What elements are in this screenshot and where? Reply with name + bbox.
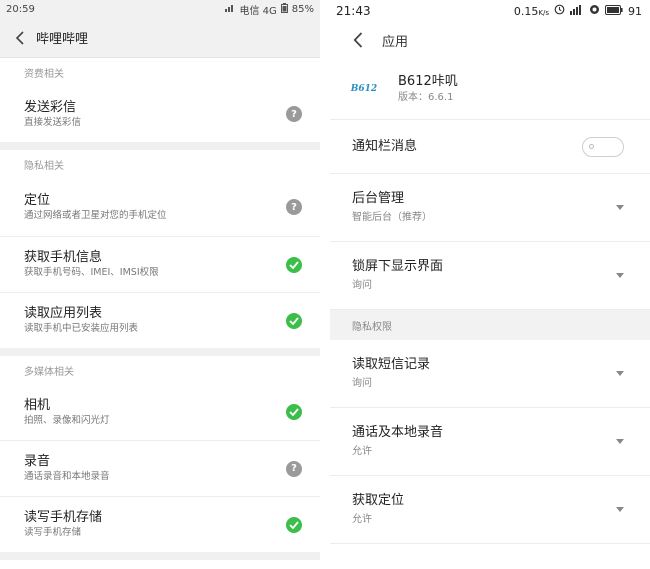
sync-icon — [589, 4, 600, 18]
caret-down-icon[interactable] — [616, 439, 624, 444]
setting-value: 智能后台（推荐） — [352, 212, 432, 223]
status-carrier: 电信 4G — [239, 5, 277, 17]
caret-down-icon[interactable] — [616, 273, 624, 278]
notification-toggle[interactable] — [582, 136, 624, 157]
section-header: 隐私相关 — [0, 150, 320, 178]
left-screen-bilibili-permissions: 20:59 电信 4G 85% 哔哩哔哩 资费相关 发送彩信 直接发送彩信? 隐私相关… — [0, 0, 320, 569]
page-title: 哔哩哔哩 — [36, 32, 89, 47]
setting-row[interactable]: 读取短信记录 询问 — [330, 340, 650, 408]
status-bar: 21:43 0.15K/s 91 — [330, 0, 650, 22]
permission-row[interactable]: 发送彩信 直接发送彩信? — [0, 86, 320, 142]
permission-label: 相机 — [24, 397, 51, 413]
section-header: 多媒体相关 — [0, 356, 320, 384]
app-name: B612咔叽 — [398, 73, 458, 89]
right-screen-app-settings: 21:43 0.15K/s 91 应用 B612 B612咔叽 版本：6.6.1… — [330, 0, 650, 569]
permission-label: 读取应用列表 — [24, 306, 103, 321]
setting-row[interactable]: 后台管理智能后台（推荐） — [330, 174, 650, 242]
status-time: 21:43 — [336, 4, 371, 18]
setting-row[interactable]: 获取定位 允许 — [330, 476, 650, 544]
permission-description: 读写手机存储 — [24, 527, 82, 538]
toggle-knob — [589, 143, 594, 149]
question-circle-icon[interactable]: ? — [286, 460, 302, 477]
permission-label: 获取手机信息 — [24, 250, 103, 265]
signal-icon — [225, 4, 235, 15]
app-icon: B612 — [350, 75, 378, 103]
setting-label: 后台管理 — [352, 191, 405, 206]
permission-label: 读写手机存储 — [24, 510, 103, 525]
permission-description: 获取手机号码、IMEI、IMSI权限 — [24, 267, 159, 278]
caret-down-icon[interactable] — [616, 507, 624, 512]
caret-down-icon[interactable] — [616, 205, 624, 210]
permission-row[interactable]: 读写手机存储 读写手机存储 — [0, 496, 320, 552]
permission-row[interactable]: 相机 拍照、录像和闪光灯 — [0, 384, 320, 440]
permission-label: 定位 — [24, 192, 51, 208]
status-speed: 0.15 — [513, 4, 539, 18]
alarm-icon — [554, 4, 565, 18]
setting-label: 读取短信记录 — [352, 357, 431, 372]
battery-icon — [605, 4, 623, 18]
permission-row[interactable]: 读取应用列表读取手机中已安装应用列表 — [0, 292, 320, 348]
app-icon-label: B612 — [350, 83, 378, 94]
check-circle-icon[interactable] — [286, 312, 302, 329]
app-header: B612 B612咔叽 版本：6.6.1 — [330, 58, 650, 120]
status-time: 20:59 — [6, 3, 35, 15]
permission-description: 拍照、录像和闪光灯 — [24, 414, 110, 426]
battery-icon — [280, 2, 288, 16]
question-circle-icon[interactable]: ? — [286, 106, 302, 122]
setting-row[interactable]: 锁屏下显示界面 询问 — [330, 242, 650, 310]
setting-label: 获取定位 — [352, 493, 405, 508]
setting-label: 通话及本地录音 — [352, 425, 444, 440]
setting-row[interactable]: 通知栏消息 — [330, 120, 650, 174]
setting-value: 询问 — [352, 378, 372, 389]
permission-description: 通话录音和本地录音 — [24, 471, 110, 482]
check-circle-icon[interactable] — [286, 404, 302, 420]
app-settings-list: 通知栏消息 后台管理 智能后台（推荐） 锁屏下显示界面 询问 — [330, 120, 650, 310]
permission-description: 直接发送彩信 — [24, 116, 82, 128]
permission-row[interactable]: 定位 通过网络或者卫星对您的手机定位? — [0, 178, 320, 236]
setting-row[interactable]: 通话及本地录音 允许 — [330, 408, 650, 476]
permission-description: 读取手机中已安装应用列表 — [24, 323, 139, 334]
app-bar: 应用 — [330, 22, 650, 58]
setting-value: 询问 — [352, 280, 372, 291]
permission-label: 录音 — [24, 454, 51, 469]
section-divider — [0, 552, 320, 560]
chevron-left-icon[interactable] — [10, 28, 30, 48]
status-bar: 20:59 电信 4G 85% — [0, 0, 320, 18]
check-circle-icon[interactable] — [286, 516, 302, 533]
permission-row[interactable]: 录音通话录音和本地录音? — [0, 440, 320, 496]
permission-description: 通过网络或者卫星对您的手机定位 — [24, 209, 167, 221]
caret-down-icon[interactable] — [616, 371, 624, 376]
section-divider — [0, 142, 320, 150]
setting-value: 允许 — [352, 446, 372, 457]
setting-label: 锁屏下显示界面 — [352, 259, 444, 274]
permission-row[interactable]: 获取手机信息获取手机号码、IMEI、IMSI权限 — [0, 236, 320, 292]
setting-label: 通知栏消息 — [352, 138, 418, 154]
page-title: 应用 — [382, 34, 409, 50]
chevron-left-icon[interactable] — [348, 30, 368, 50]
privacy-permissions-list: 读取短信记录 询问 通话及本地录音 允许 获取定位 允许 — [330, 340, 650, 544]
status-battery: 85% — [291, 3, 314, 15]
permission-sections: 资费相关 发送彩信 直接发送彩信? 隐私相关 定位 通过网络或者卫星对您的手机定位? 获取手… — [0, 58, 320, 560]
setting-value: 允许 — [352, 514, 372, 525]
section-header: 资费相关 — [0, 58, 320, 86]
permission-label: 发送彩信 — [24, 99, 77, 115]
status-speed-unit: K/s — [538, 8, 549, 17]
section-divider — [0, 348, 320, 356]
panel-gutter — [320, 0, 330, 569]
status-battery: 91 — [628, 4, 642, 18]
app-bar: 哔哩哔哩 — [0, 18, 320, 58]
check-circle-icon[interactable] — [286, 256, 302, 273]
signal-icon — [570, 4, 584, 18]
question-circle-icon[interactable]: ? — [286, 199, 302, 215]
section-header-privacy: 隐私权限 — [330, 310, 650, 340]
app-version: 版本：6.6.1 — [398, 91, 454, 103]
